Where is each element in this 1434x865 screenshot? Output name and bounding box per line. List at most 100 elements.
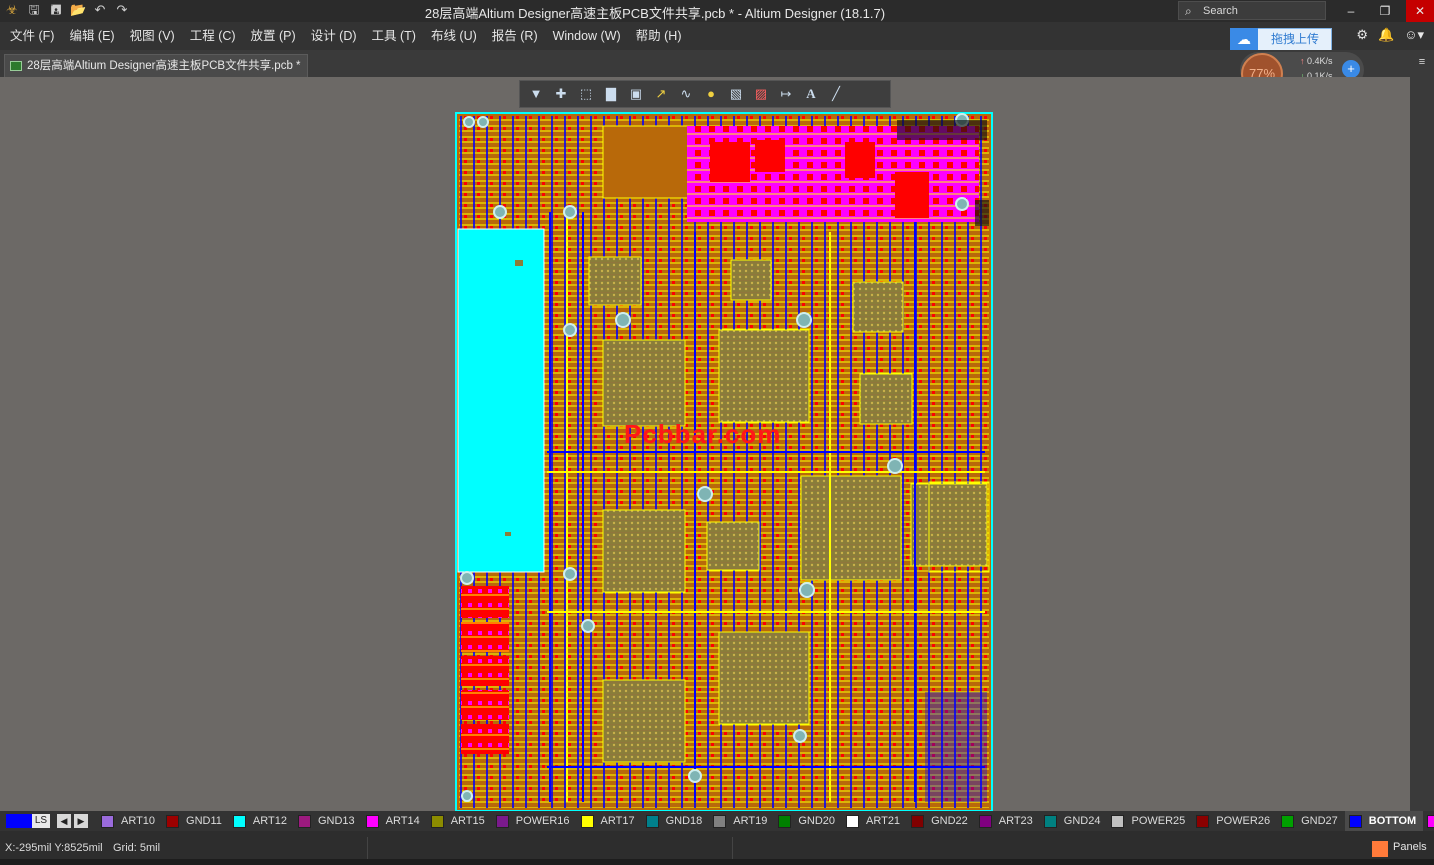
layer-tab-label: GND13 [317,815,355,827]
upload-speed: ↑ 0.4K/s [1300,56,1333,66]
diff-pair-icon[interactable]: ∿ [676,84,696,104]
layer-tab-label: ART10 [121,815,156,827]
layer-tab-label: ART14 [385,815,420,827]
layer-tab-power16[interactable]: POWER16 [492,811,577,831]
right-panel-strip: ≡ [1410,50,1434,811]
layer-tab-art10[interactable]: ART10 [97,811,162,831]
layer-tab-art15[interactable]: ART15 [427,811,492,831]
layer-tab-label: GND20 [798,815,836,827]
layer-color-swatch [778,814,792,828]
layer-tab-power25[interactable]: POWER25 [1107,811,1192,831]
layer-color-swatch [1427,814,1434,828]
pcb-active-bar: ▼ ✚ ⬚ ▇ ▣ ↗ ∿ ● ▧ ▨ ↦ A ╱ [519,80,891,108]
menu-window[interactable]: Window (W) [547,22,627,50]
watermark-text: Pcbbar.com [624,419,782,449]
layer-tab-label: BOTTOM [1368,815,1417,827]
menu-place[interactable]: 放置 (P) [245,22,302,50]
dimension-icon[interactable]: ↦ [776,84,796,104]
layer-color-swatch [713,814,727,828]
keepout-icon[interactable]: ▨ [751,84,771,104]
menu-route[interactable]: 布线 (U) [425,22,483,50]
cursor-coordinates: X:-295mil Y:8525mil [5,842,103,854]
gear-icon[interactable]: ⚙ [1356,27,1368,43]
title-bar: ☣ 🖫 🖪 📂 ↶ ↷ 28层高端Altium Designer高速主板PCB文… [0,0,1434,22]
layer-next-icon[interactable]: ▶ [74,814,88,828]
cloud-icon[interactable]: ☁ [1230,28,1258,51]
pcb-board[interactable] [455,112,993,812]
window-title: 28层高端Altium Designer高速主板PCB文件共享.pcb * - … [424,6,886,21]
line-icon[interactable]: ╱ [826,84,846,104]
layer-tab-mec[interactable]: Mec [1423,811,1434,831]
polygon-icon[interactable]: ▧ [726,84,746,104]
layer-tab-gnd27[interactable]: GND27 [1277,811,1345,831]
layer-tab-gnd11[interactable]: GND11 [162,811,229,831]
layer-tab-art19[interactable]: ART19 [709,811,774,831]
layer-color-swatch [580,814,594,828]
menu-view[interactable]: 视图 (V) [124,22,181,50]
layer-color-swatch [846,814,860,828]
layer-tab-label: POWER26 [1216,815,1271,827]
layer-color-swatch [101,814,114,828]
restore-button[interactable]: ❐ [1368,0,1402,22]
layer-color-swatch [1043,814,1057,828]
layer-tab-art14[interactable]: ART14 [362,811,427,831]
menu-file[interactable]: 文件 (F) [4,22,60,50]
layer-tab-bottom[interactable]: BOTTOM [1344,811,1424,831]
crosshair-icon[interactable]: ✚ [551,84,571,104]
component-icon[interactable]: ▣ [626,84,646,104]
layer-color-swatch [1196,814,1210,828]
layer-tab-label: GND11 [186,815,222,827]
layer-tab-label: POWER25 [1131,815,1186,827]
layer-color-swatch [297,814,311,828]
layer-tab-label: GND24 [1063,815,1101,827]
panels-icon[interactable] [1372,841,1388,857]
minimize-button[interactable]: – [1334,0,1368,22]
upload-label: 拖拽上传 [1271,32,1320,46]
grid-size: Grid: 5mil [113,842,161,854]
layer-tab-gnd20[interactable]: GND20 [774,811,842,831]
text-icon[interactable]: A [801,84,821,104]
layer-tab-gnd22[interactable]: GND22 [907,811,975,831]
menu-help[interactable]: 帮助 (H) [630,22,688,50]
select-rect-icon[interactable]: ⬚ [576,84,596,104]
menu-project[interactable]: 工程 (C) [184,22,242,50]
search-input[interactable]: ⌕ Search [1178,1,1326,20]
layer-prev-icon[interactable]: ◀ [57,814,71,828]
current-layer-swatch[interactable] [6,814,32,828]
layer-set-button[interactable]: LS [32,814,50,828]
layer-tab-art23[interactable]: ART23 [975,811,1040,831]
align-icon[interactable]: ▇ [601,84,621,104]
menu-design[interactable]: 设计 (D) [305,22,363,50]
layer-tab-art12[interactable]: ART12 [229,811,294,831]
layer-tab-art17[interactable]: ART17 [577,811,642,831]
menu-reports[interactable]: 报告 (R) [486,22,544,50]
layer-tab-art21[interactable]: ART21 [842,811,907,831]
layer-tab-label: GND27 [1301,815,1338,827]
panels-button[interactable]: Panels [1393,841,1427,853]
via-icon[interactable]: ● [701,84,721,104]
layer-tab-gnd18[interactable]: GND18 [642,811,710,831]
panel-toggle-icon[interactable]: ≡ [1414,56,1430,70]
bell-icon[interactable]: 🔔 [1378,27,1394,43]
keepout-region [457,228,545,573]
layer-tabs: ART10 GND11 ART12 GND13 ART14 ART15 POWER16 ART… [97,811,1434,831]
layer-tab-label: POWER16 [515,815,570,827]
filter-icon[interactable]: ▼ [526,84,546,104]
pcb-file-icon [10,61,22,71]
tab-pcb-document[interactable]: 28层高端Altium Designer高速主板PCB文件共享.pcb * [4,54,308,77]
layer-color-swatch [978,814,992,828]
layer-color-swatch [911,814,925,828]
menu-tools[interactable]: 工具 (T) [366,22,422,50]
search-icon: ⌕ [1185,4,1192,18]
layer-tab-label: GND18 [665,815,703,827]
layer-tab-gnd13[interactable]: GND13 [294,811,362,831]
layer-tab-power26[interactable]: POWER26 [1192,811,1277,831]
close-button[interactable]: ✕ [1406,0,1434,22]
route-icon[interactable]: ↗ [651,84,671,104]
plus-icon[interactable]: + [1342,60,1360,78]
layer-tab-label: ART15 [450,815,485,827]
menu-edit[interactable]: 编辑 (E) [63,22,120,50]
layer-tab-gnd24[interactable]: GND24 [1040,811,1108,831]
search-placeholder: Search [1203,5,1238,17]
user-icon[interactable]: ☺▾ [1404,27,1424,43]
